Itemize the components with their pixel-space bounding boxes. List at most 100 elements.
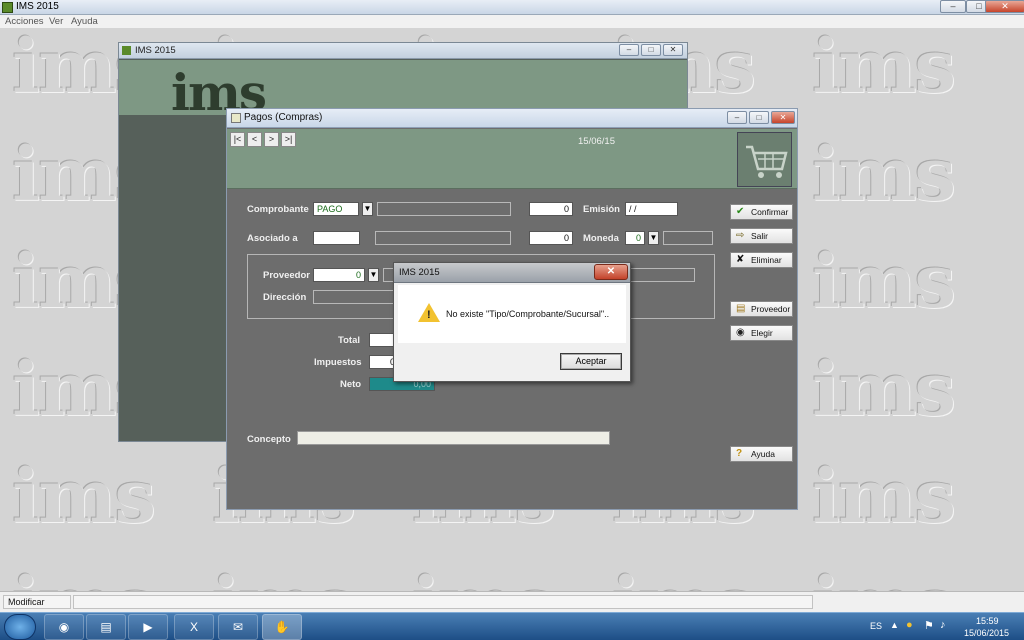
eliminar-label: Eliminar (751, 255, 782, 265)
network-icon[interactable]: ● (906, 619, 913, 631)
nav-next-button[interactable]: > (264, 132, 279, 147)
menu-ver[interactable]: Ver (49, 16, 63, 27)
asociado-label: Asociado a (247, 233, 298, 244)
firefox-icon[interactable]: ◉ (44, 614, 84, 640)
app-icon (122, 46, 131, 55)
app-icon[interactable]: ✋ (262, 614, 302, 640)
dialog-message: No existe "Tipo/Comprobante/Sucursal".. (446, 309, 610, 319)
concepto-label: Concepto (247, 434, 291, 445)
close-button[interactable]: ✕ (663, 44, 683, 56)
dialog-title: IMS 2015 (399, 267, 440, 278)
excel-icon[interactable]: X (174, 614, 214, 640)
ayuda-label: Ayuda (751, 449, 775, 459)
comprobante-dropdown-button[interactable]: ▼ (362, 202, 373, 216)
tray-arrow-icon[interactable]: ▲ (890, 620, 899, 630)
help-icon: ? (736, 448, 743, 459)
check-icon: ✔ (736, 206, 745, 217)
minimize-button[interactable]: – (940, 0, 966, 13)
pagos-header: |< < > >| 15/06/15 (227, 129, 797, 189)
pagos-title: Pagos (Compras) (244, 112, 323, 123)
watermark-logo: ims (812, 29, 956, 110)
flag-icon[interactable]: ⚑ (924, 619, 934, 632)
emision-label: Emisión (583, 204, 620, 215)
warning-mark: ! (427, 309, 431, 321)
watermark-logo: ims (12, 454, 156, 540)
eliminar-button[interactable]: ✘ Eliminar (730, 252, 793, 268)
menu-acciones[interactable]: Acciones (5, 16, 44, 27)
asociado-number-field[interactable]: 0 (529, 231, 573, 245)
folder-icon: ▤ (736, 303, 746, 314)
status-mode: Modificar (3, 595, 71, 609)
media-icon[interactable]: ▶ (128, 614, 168, 640)
dialog-body: ! No existe "Tipo/Comprobante/Sucursal".… (398, 285, 626, 343)
concepto-field[interactable] (297, 431, 610, 445)
volume-icon[interactable]: ♪ (940, 619, 946, 631)
moneda-label: Moneda (583, 233, 619, 244)
nav-prev-button[interactable]: < (247, 132, 262, 147)
emision-field[interactable]: / / (625, 202, 678, 216)
tray-date: 15/06/2015 (964, 628, 1010, 638)
explorer-icon[interactable]: ▤ (86, 614, 126, 640)
exit-icon: ⇨ (736, 230, 745, 241)
close-button[interactable]: ✕ (985, 0, 1024, 13)
nav-last-button[interactable]: >| (281, 132, 296, 147)
moneda-field[interactable]: 0 (625, 231, 645, 245)
comprobante-label: Comprobante (247, 204, 309, 215)
app-titlebar: IMS 2015 – □ ✕ (0, 0, 1024, 15)
proveedor-button-label: Proveedor (751, 304, 791, 314)
watermark-logo: ims (812, 132, 956, 218)
status-bar: Modificar (0, 591, 1024, 612)
salir-button[interactable]: ⇨ Salir (730, 228, 793, 244)
pagos-titlebar: Pagos (Compras) – □ ✕ (227, 109, 797, 128)
taskbar: ◉ ▤ ▶ X ✉ ✋ ES ▲ ● ⚑ ♪ 15:59 15/06/2015 (0, 612, 1024, 640)
watermark-logo: ims (812, 562, 956, 591)
impuestos-label: Impuestos (314, 357, 362, 368)
total-label: Total (338, 335, 360, 346)
menu-ayuda[interactable]: Ayuda (71, 16, 98, 27)
neto-label: Neto (340, 379, 362, 390)
confirmar-label: Confirmar (751, 207, 789, 217)
ims-window-titlebar: IMS 2015 – □ ✕ (119, 43, 687, 59)
watermark-logo: ims (812, 454, 956, 540)
moneda-dropdown-button[interactable]: ▼ (648, 231, 659, 245)
proveedor-button[interactable]: ▤ Proveedor (730, 301, 793, 317)
moneda-desc-field (663, 231, 713, 245)
minimize-button[interactable]: – (619, 44, 639, 56)
dialog-titlebar: IMS 2015 ✕ (394, 263, 630, 283)
ims-banner: ims (119, 60, 687, 122)
close-button[interactable]: ✕ (771, 111, 795, 124)
direccion-field (313, 290, 403, 304)
delete-icon: ✘ (736, 254, 745, 265)
dialog-close-button[interactable]: ✕ (594, 264, 628, 280)
ayuda-button[interactable]: ? Ayuda (730, 446, 793, 462)
window-icon (231, 113, 241, 123)
proveedor-field[interactable]: 0 (313, 268, 365, 282)
elegir-label: Elegir (751, 328, 773, 338)
status-cell (73, 595, 813, 609)
watermark-logo: ims (12, 562, 156, 591)
direccion-label: Dirección (263, 292, 307, 303)
watermark-logo: ims (812, 347, 956, 433)
minimize-button[interactable]: – (727, 111, 747, 124)
language-indicator[interactable]: ES (870, 621, 882, 631)
watermark-logo: ims (212, 562, 356, 591)
asociado-desc-field (375, 231, 511, 245)
cart-icon (737, 132, 792, 187)
binoculars-icon: ◉ (736, 327, 745, 338)
confirmar-button[interactable]: ✔ Confirmar (730, 204, 793, 220)
comprobante-number-field[interactable]: 0 (529, 202, 573, 216)
restore-button[interactable]: □ (641, 44, 661, 56)
elegir-button[interactable]: ◉ Elegir (730, 325, 793, 341)
aceptar-button[interactable]: Aceptar (560, 353, 622, 370)
proveedor-dropdown-button[interactable]: ▼ (368, 268, 379, 282)
asociado-field[interactable] (313, 231, 360, 245)
restore-button[interactable]: □ (749, 111, 769, 124)
comprobante-field[interactable]: PAGO (313, 202, 359, 216)
error-dialog: IMS 2015 ✕ ! No existe "Tipo/Comprobante… (393, 262, 631, 382)
date-label: 15/06/15 (578, 136, 615, 147)
tray-time: 15:59 (976, 616, 999, 626)
mail-icon[interactable]: ✉ (218, 614, 258, 640)
start-icon[interactable] (4, 614, 36, 640)
salir-label: Salir (751, 231, 769, 241)
nav-first-button[interactable]: |< (230, 132, 245, 147)
